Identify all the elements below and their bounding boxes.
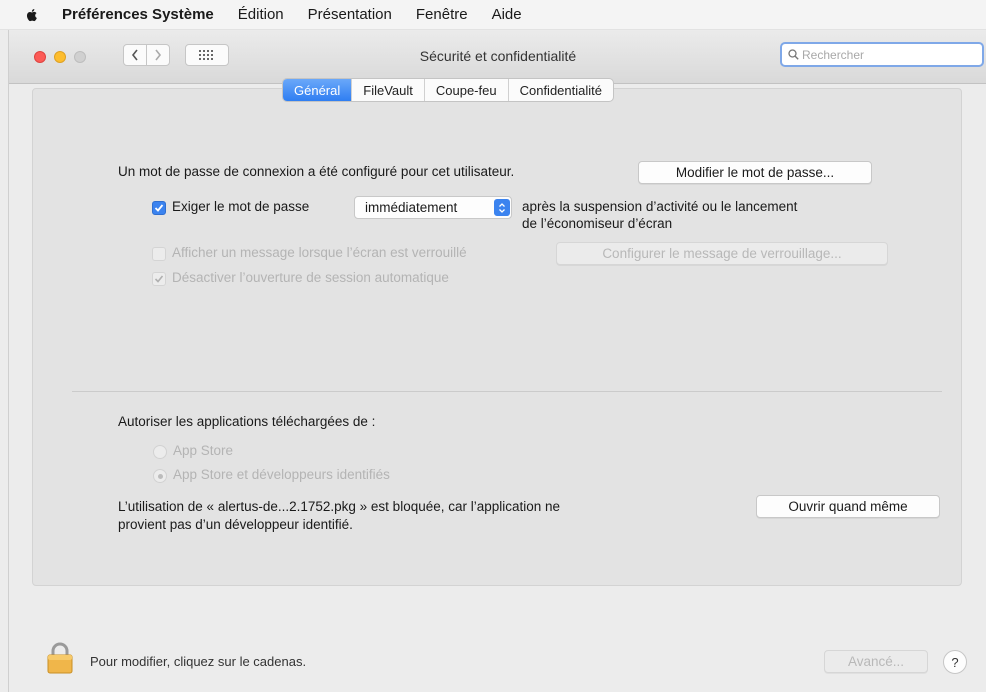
show-message-label: Afficher un message lorsque l’écran est … bbox=[172, 245, 467, 260]
search-icon bbox=[788, 49, 799, 60]
disable-autologin-checkbox[interactable] bbox=[152, 272, 166, 286]
advanced-button[interactable]: Avancé... bbox=[824, 650, 928, 673]
password-set-text: Un mot de passe de connexion a été confi… bbox=[118, 164, 515, 179]
section-divider bbox=[72, 391, 942, 392]
lock-icon[interactable] bbox=[46, 642, 74, 674]
require-password-checkbox[interactable] bbox=[152, 201, 166, 215]
tab-coupe-feu[interactable]: Coupe-feu bbox=[425, 79, 509, 101]
blocked-app-text-line1: L’utilisation de « alertus-de...2.1752.p… bbox=[118, 499, 561, 514]
menu-presentation[interactable]: Présentation bbox=[308, 6, 392, 23]
open-anyway-button[interactable]: Ouvrir quand même bbox=[756, 495, 940, 518]
after-sleep-text-line1: après la suspension d’activité ou le lan… bbox=[522, 199, 798, 214]
apple-logo-icon[interactable] bbox=[24, 7, 40, 23]
checkmark-icon bbox=[154, 275, 164, 283]
menu-aide[interactable]: Aide bbox=[492, 6, 522, 23]
checkmark-icon bbox=[154, 204, 164, 212]
downloads-heading: Autoriser les applications téléchargées … bbox=[118, 414, 376, 429]
search-field[interactable] bbox=[780, 42, 984, 67]
disable-autologin-label: Désactiver l’ouverture de session automa… bbox=[172, 270, 449, 285]
tab-general[interactable]: Général bbox=[283, 79, 353, 101]
password-delay-select[interactable]: immédiatement bbox=[354, 196, 512, 219]
tab-confidentialite[interactable]: Confidentialité bbox=[509, 79, 613, 101]
lock-hint-text: Pour modifier, cliquez sur le cadenas. bbox=[90, 654, 307, 669]
search-input[interactable] bbox=[802, 47, 972, 62]
password-delay-value: immédiatement bbox=[365, 200, 458, 215]
help-button[interactable]: ? bbox=[943, 650, 967, 674]
set-lock-message-button[interactable]: Configurer le message de verrouillage... bbox=[556, 242, 888, 265]
select-stepper-icon bbox=[494, 199, 510, 216]
tab-filevault[interactable]: FileVault bbox=[352, 79, 425, 101]
radio-app-store-identified-developers[interactable] bbox=[153, 469, 167, 483]
change-password-button[interactable]: Modifier le mot de passe... bbox=[638, 161, 872, 184]
title-bar: Sécurité et confidentialité bbox=[9, 30, 986, 84]
require-password-label: Exiger le mot de passe bbox=[172, 199, 310, 214]
radio-app-store-label: App Store bbox=[173, 443, 234, 458]
tab-bar: Général FileVault Coupe-feu Confidential… bbox=[282, 78, 614, 102]
blocked-app-text-line2: provient pas d’un développeur identifié. bbox=[118, 517, 353, 532]
after-sleep-text-line2: de l’économiseur d’écran bbox=[522, 216, 673, 231]
menu-fenetre[interactable]: Fenêtre bbox=[416, 6, 468, 23]
menu-preferences-systeme[interactable]: Préférences Système bbox=[62, 6, 214, 23]
menu-edition[interactable]: Édition bbox=[238, 6, 284, 23]
radio-selected-dot bbox=[157, 473, 163, 479]
show-message-checkbox[interactable] bbox=[152, 247, 166, 261]
menu-bar: Préférences Système Édition Présentation… bbox=[0, 0, 986, 30]
radio-app-store-identified-label: App Store et développeurs identifiés bbox=[173, 467, 390, 482]
radio-app-store[interactable] bbox=[153, 445, 167, 459]
